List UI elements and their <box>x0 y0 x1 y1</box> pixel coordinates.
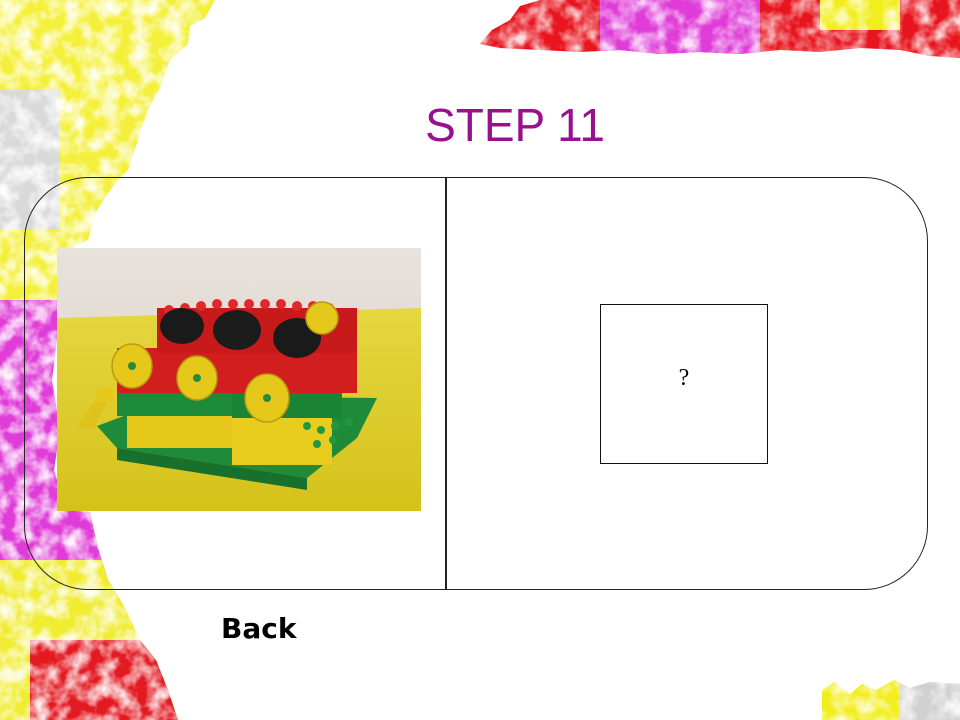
question-mark: ? <box>678 365 690 391</box>
answer-box: ? <box>600 304 768 464</box>
panel-divider <box>445 177 447 590</box>
page-title: STEP 11 <box>425 99 605 151</box>
back-button[interactable]: Back <box>221 612 296 645</box>
lego-model-photo <box>57 248 421 511</box>
